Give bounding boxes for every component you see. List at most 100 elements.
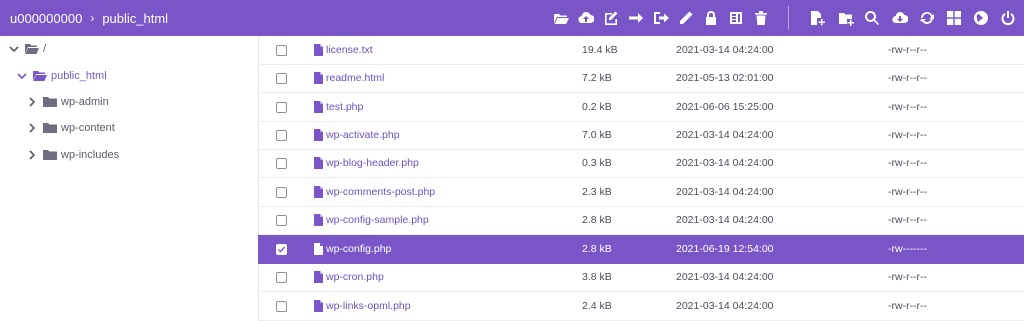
top-bar: u000000000 › public_html xyxy=(0,0,1024,36)
file-name[interactable]: test.php xyxy=(326,101,363,113)
folder-open-icon xyxy=(25,44,39,54)
new-folder-icon[interactable] xyxy=(836,8,856,28)
file-row[interactable]: wp-cron.php 3.8 kB 2021-03-14 04:24:00 -rw-… xyxy=(258,263,1024,292)
row-checkbox[interactable] xyxy=(276,186,287,198)
trash-icon[interactable] xyxy=(751,8,771,28)
lock-icon[interactable] xyxy=(701,8,721,28)
breadcrumb: u000000000 › public_html xyxy=(0,11,168,26)
tree-item-wp-content[interactable]: wp-content xyxy=(27,119,115,137)
search-icon[interactable] xyxy=(862,8,882,28)
file-row[interactable]: license.txt 19.4 kB 2021-03-14 04:24:00 -rw… xyxy=(258,36,1024,65)
file-name[interactable]: readme.html xyxy=(326,72,384,84)
file-row[interactable]: wp-config.php 2.8 kB 2021-06-19 12:54:00 -r… xyxy=(258,235,1024,264)
tree-item-label: public_html xyxy=(51,70,107,82)
file-icon xyxy=(314,300,323,312)
breadcrumb-current[interactable]: public_html xyxy=(102,11,168,26)
power-icon[interactable] xyxy=(998,8,1018,28)
breadcrumb-root[interactable]: u000000000 xyxy=(10,11,82,26)
file-name[interactable]: wp-cron.php xyxy=(326,271,384,283)
row-checkbox[interactable] xyxy=(276,72,287,84)
chevron-right-icon[interactable] xyxy=(27,123,37,133)
row-checkbox[interactable] xyxy=(276,101,287,113)
tree-item-label: wp-includes xyxy=(61,149,120,161)
file-name[interactable]: wp-activate.php xyxy=(326,129,400,141)
file-modified-date: 2021-03-14 04:24:00 xyxy=(676,300,774,312)
tree-item-label: / xyxy=(43,43,47,55)
refresh-icon[interactable] xyxy=(917,8,937,28)
tree-item-public-html[interactable]: public_html xyxy=(17,67,107,85)
folder-tree-sidebar: / public_html wp-admin wp-content wp-inc… xyxy=(0,36,259,320)
folder-icon xyxy=(43,150,57,160)
chevron-right-icon[interactable] xyxy=(27,150,37,160)
file-row[interactable]: wp-activate.php 7.0 kB 2021-03-14 04:24:00… xyxy=(258,121,1024,150)
file-modified-date: 2021-06-19 12:54:00 xyxy=(676,243,774,255)
file-size: 2.4 kB xyxy=(582,300,612,312)
tree-item-wp-admin[interactable]: wp-admin xyxy=(27,93,109,111)
cloud-upload-icon[interactable] xyxy=(576,8,596,28)
row-checkbox[interactable] xyxy=(276,243,287,255)
file-permissions: -rw-r--r-- xyxy=(888,44,928,56)
file-row[interactable]: wp-comments-post.php 2.3 kB 2021-03-14 04:… xyxy=(258,178,1024,207)
file-row[interactable]: readme.html 7.2 kB 2021-05-13 02:01:00 -rw-… xyxy=(258,64,1024,93)
folder-open-icon[interactable] xyxy=(551,8,571,28)
row-checkbox[interactable] xyxy=(276,157,287,169)
chevron-right-icon[interactable] xyxy=(27,97,37,107)
folder-icon xyxy=(43,123,57,133)
pencil-icon[interactable] xyxy=(676,8,696,28)
row-checkbox[interactable] xyxy=(276,44,287,56)
chevron-down-icon[interactable] xyxy=(17,71,27,81)
cloud-download-icon[interactable] xyxy=(890,8,910,28)
file-name[interactable]: wp-links-opml.php xyxy=(326,300,411,312)
row-checkbox[interactable] xyxy=(276,214,287,226)
file-modified-date: 2021-03-14 04:24:00 xyxy=(676,157,774,169)
edit-square-icon[interactable] xyxy=(601,8,621,28)
row-checkbox[interactable] xyxy=(276,300,287,312)
file-modified-date: 2021-03-14 04:24:00 xyxy=(676,214,774,226)
file-modified-date: 2021-05-13 02:01:00 xyxy=(676,72,774,84)
globe-icon[interactable] xyxy=(971,8,991,28)
breadcrumb-separator: › xyxy=(90,11,95,25)
chevron-down-icon[interactable] xyxy=(9,44,19,54)
file-icon xyxy=(314,72,323,84)
file-row[interactable]: wp-config-sample.php 2.8 kB 2021-03-14 04:… xyxy=(258,206,1024,235)
file-name[interactable]: wp-config.php xyxy=(326,243,391,255)
file-name[interactable]: wp-blog-header.php xyxy=(326,157,419,169)
file-icon xyxy=(314,44,323,56)
file-modified-date: 2021-03-14 04:24:00 xyxy=(676,186,774,198)
file-row[interactable]: wp-links-opml.php 2.4 kB 2021-03-14 04:24:… xyxy=(258,292,1024,321)
arrow-right-icon[interactable] xyxy=(626,8,646,28)
sign-out-icon[interactable] xyxy=(651,8,671,28)
file-size: 2.3 kB xyxy=(582,186,612,198)
file-row[interactable]: wp-blog-header.php 0.3 kB 2021-03-14 04:24… xyxy=(258,149,1024,178)
archive-icon[interactable] xyxy=(726,8,746,28)
file-row[interactable]: test.php 0.2 kB 2021-06-06 15:25:00 -rw-r--… xyxy=(258,93,1024,122)
toolbar-divider xyxy=(788,6,789,30)
file-size: 2.8 kB xyxy=(582,214,612,226)
file-size: 3.8 kB xyxy=(582,271,612,283)
file-modified-date: 2021-03-14 04:24:00 xyxy=(676,129,774,141)
file-icon xyxy=(314,129,323,141)
tree-item-label: wp-admin xyxy=(61,96,109,108)
folder-open-icon xyxy=(33,71,47,81)
file-list: license.txt 19.4 kB 2021-03-14 04:24:00 -rw… xyxy=(258,36,1024,321)
file-icon xyxy=(314,214,323,226)
tree-item-label: wp-content xyxy=(61,122,115,134)
file-size: 0.2 kB xyxy=(582,101,612,113)
file-size: 7.0 kB xyxy=(582,129,612,141)
file-permissions: -rw-r--r-- xyxy=(888,72,928,84)
row-checkbox[interactable] xyxy=(276,271,287,283)
file-size: 0.3 kB xyxy=(582,157,612,169)
file-icon xyxy=(314,271,323,283)
file-name[interactable]: wp-comments-post.php xyxy=(326,186,435,198)
new-file-icon[interactable] xyxy=(807,8,827,28)
file-permissions: -rw-r--r-- xyxy=(888,157,928,169)
file-permissions: -rw-r--r-- xyxy=(888,214,928,226)
file-name[interactable]: license.txt xyxy=(326,44,373,56)
file-name[interactable]: wp-config-sample.php xyxy=(326,214,429,226)
file-modified-date: 2021-06-06 15:25:00 xyxy=(676,101,774,113)
tree-item-root[interactable]: / xyxy=(9,40,46,58)
tree-item-wp-includes[interactable]: wp-includes xyxy=(27,146,119,164)
grid-icon[interactable] xyxy=(944,8,964,28)
file-permissions: -rw-r--r-- xyxy=(888,271,928,283)
row-checkbox[interactable] xyxy=(276,129,287,141)
